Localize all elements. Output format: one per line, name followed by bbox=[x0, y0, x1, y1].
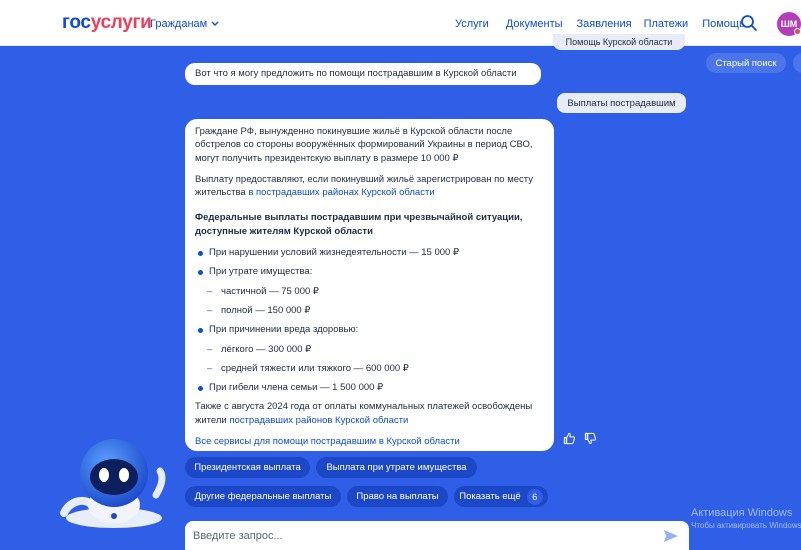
robot-mascot bbox=[60, 439, 166, 528]
answer-paragraph-1: Граждане РФ, вынужденно покинувшие жильё… bbox=[195, 126, 533, 164]
list-item: При нарушении условий жизнедеятельности … bbox=[195, 246, 544, 259]
citizens-label: Гражданам bbox=[150, 18, 208, 30]
thumbs-down-icon[interactable] bbox=[584, 432, 597, 445]
affected-districts-link[interactable]: в пострадавших районах Курской области bbox=[248, 187, 434, 198]
activation-line-1: Активация Windows bbox=[691, 507, 793, 519]
answer-paragraph-2: Выплату предоставляют, если покинувший ж… bbox=[195, 173, 544, 200]
citizens-menu[interactable]: Гражданам bbox=[150, 18, 219, 30]
windows-activation-watermark: Активация Windows Чтобы активировать Win… bbox=[691, 507, 801, 530]
logo-part-1: гос bbox=[62, 12, 91, 33]
list-subitem: лёгкого — 300 000 ₽ bbox=[195, 343, 544, 357]
chat-input-bar bbox=[185, 521, 689, 550]
nav-payments[interactable]: Платежи bbox=[644, 18, 689, 30]
thumbs-up-icon[interactable] bbox=[563, 432, 576, 445]
answer-heading: Федеральные выплаты пострадавшим при чре… bbox=[195, 212, 523, 237]
nav-help[interactable]: Помощь bbox=[702, 18, 745, 30]
notification-dot bbox=[794, 28, 801, 35]
send-icon[interactable] bbox=[663, 528, 679, 544]
previous-user-message: Помощь Курской области bbox=[553, 34, 685, 50]
answer-paragraph-3: Также с августа 2024 года от оплаты комм… bbox=[195, 400, 544, 427]
nav-documents[interactable]: Документы bbox=[506, 18, 563, 30]
main-nav: Услуги Документы Заявления Платежи Помощ… bbox=[455, 18, 745, 30]
list-subitem: полной — 150 000 ₽ bbox=[195, 304, 544, 318]
show-more-button[interactable]: Показать ещё 6 bbox=[454, 486, 548, 507]
bot-answer-message: Граждане РФ, вынужденно покинувшие жильё… bbox=[185, 119, 554, 451]
bot-intro-message: Вот что я могу предложить по помощи пост… bbox=[185, 63, 541, 85]
chat-input[interactable] bbox=[193, 527, 633, 545]
quick-reply-eligibility[interactable]: Право на выплаты bbox=[347, 486, 448, 507]
list-item: При гибели члена семьи — 1 500 000 ₽ bbox=[195, 381, 544, 394]
list-item: При причинении вреда здоровью: bbox=[195, 323, 544, 336]
list-subitem: средней тяжести или тяжкого — 600 000 ₽ bbox=[195, 362, 544, 376]
quick-reply-property-loss[interactable]: Выплата при утрате имущества bbox=[316, 457, 477, 478]
payments-list: При нарушении условий жизнедеятельности … bbox=[195, 246, 544, 394]
show-more-count: 6 bbox=[526, 488, 543, 505]
quick-reply-federal[interactable]: Другие федеральные выплаты bbox=[185, 486, 341, 507]
user-message: Выплаты пострадавшим bbox=[557, 93, 686, 113]
nav-services[interactable]: Услуги bbox=[455, 18, 489, 30]
extra-chip-button[interactable] bbox=[793, 53, 801, 73]
quick-reply-presidential[interactable]: Президентская выплата bbox=[185, 457, 310, 478]
old-search-button[interactable]: Старый поиск bbox=[706, 53, 786, 73]
logo-part-2: услуги bbox=[90, 12, 152, 33]
list-subitem: частичной — 75 000 ₽ bbox=[195, 285, 544, 299]
activation-line-2: Чтобы активировать Windows bbox=[691, 521, 801, 530]
chevron-down-icon bbox=[211, 21, 219, 26]
nav-applications[interactable]: Заявления bbox=[577, 18, 632, 30]
feedback-buttons bbox=[563, 432, 597, 445]
show-more-label: Показать ещё bbox=[459, 491, 521, 502]
all-services-link[interactable]: Все сервисы для помощи пострадавшим в Ку… bbox=[195, 436, 460, 447]
affected-districts-link-2[interactable]: пострадавших районов Курской области bbox=[229, 415, 408, 426]
list-item: При утрате имущества: bbox=[195, 265, 544, 278]
gosuslugi-logo[interactable]: госуслуги bbox=[62, 12, 152, 34]
search-icon[interactable] bbox=[740, 14, 758, 32]
